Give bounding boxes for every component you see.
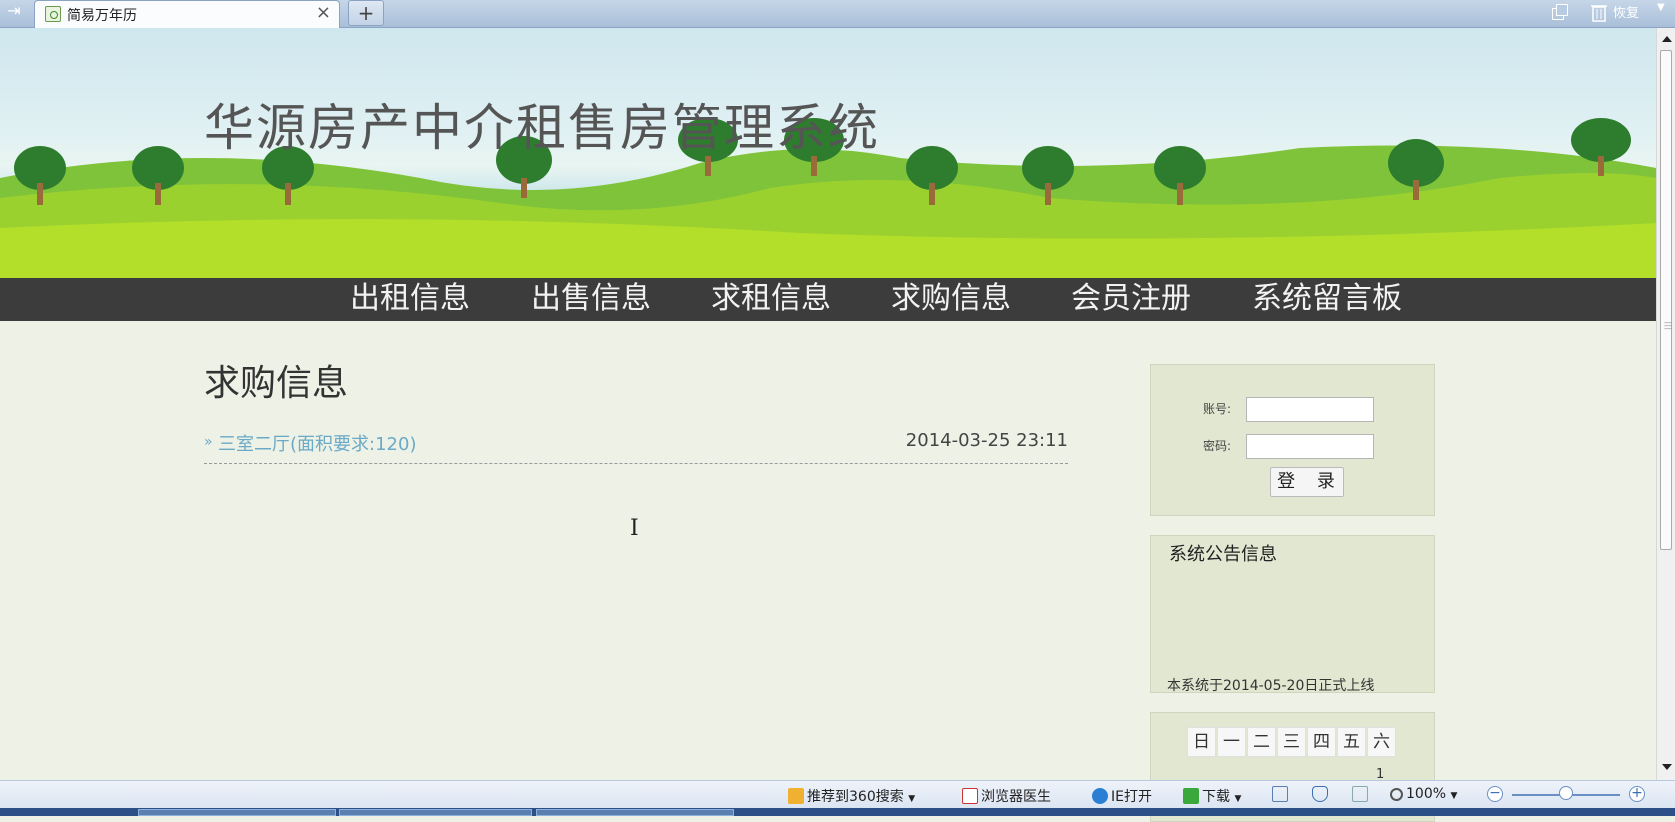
thumbs-up-icon [788,788,804,804]
trash-icon[interactable] [1590,2,1608,22]
listing-date: 2014-03-25 23:11 [905,430,1068,451]
zoom-slider-thumb[interactable] [1559,786,1573,800]
zoom-level[interactable]: 100% ▼ [1390,786,1457,802]
dropdown-caret-icon[interactable]: ▼ [1234,794,1241,804]
scroll-thumb[interactable]: — — — [1660,50,1672,550]
grip-icon: — — — [1664,318,1672,333]
weekday-wed: 三 [1277,727,1306,757]
ie-logo-icon [1092,788,1108,804]
taskbar-item[interactable] [339,809,532,816]
notice-marquee-text: 本系统于2014-05-20日正式上线 [1167,678,1375,693]
shield-icon[interactable] [1312,786,1331,803]
account-input[interactable] [1246,397,1374,422]
restore-button[interactable]: 恢复 [1613,2,1639,21]
os-taskbar [0,808,1675,816]
recommend-360-button[interactable]: 推荐到360搜索 ▼ [788,786,915,806]
tab-title: 简易万年历 [67,8,137,24]
nav-rent-listings[interactable]: 出租信息 [350,282,470,316]
vertical-scrollbar[interactable]: — — — [1656,28,1675,780]
list-item: » 三室二厅(面积要求:120) 2014-03-25 23:11 [204,426,1068,464]
doctor-label: 浏览器医生 [981,789,1051,805]
login-panel: 账号: 密码: 登 录 [1150,364,1435,516]
browser-doctor-button[interactable]: 浏览器医生 [962,786,1051,806]
password-label: 密码: [1203,439,1232,453]
dropdown-caret-icon[interactable]: ▼ [1450,791,1457,801]
browser-tab-strip: ⇥ 简易万年历 × + 恢复 ▼ [0,0,1675,28]
download-button[interactable]: 下载 ▼ [1183,786,1241,806]
taskbar-item[interactable] [138,809,336,816]
speaker-icon[interactable] [1352,786,1371,803]
weekday-sat: 六 [1367,727,1396,757]
zoom-out-icon[interactable]: − [1487,786,1503,802]
nav-member-register[interactable]: 会员注册 [1071,282,1191,316]
login-button[interactable]: 登 录 [1270,467,1344,497]
site-banner: 华源房产中介租售房管理系统 [0,28,1656,278]
dropdown-caret-icon[interactable]: ▼ [908,794,915,804]
scroll-down-arrow-icon[interactable] [1662,764,1672,770]
download-label: 下载 [1202,789,1230,805]
nav-wanted-buy[interactable]: 求购信息 [891,282,1011,316]
weekday-fri: 五 [1337,727,1366,757]
new-tab-button[interactable]: + [348,0,384,26]
sidebar-toggle-icon[interactable]: ⇥ [0,0,28,26]
zoom-label: 100% [1406,786,1447,802]
nav-sale-listings[interactable]: 出售信息 [531,282,651,316]
main-nav: 出租信息 出售信息 求租信息 求购信息 会员注册 系统留言板 [0,278,1656,321]
ie-open-button[interactable]: IE打开 [1092,786,1152,806]
scroll-up-arrow-icon[interactable] [1662,36,1672,42]
taskbar-item[interactable] [536,809,734,816]
medical-kit-icon [962,788,978,804]
site-title: 华源房产中介租售房管理系统 [204,99,880,157]
nav-message-board[interactable]: 系统留言板 [1252,282,1402,316]
account-label: 账号: [1203,402,1232,416]
browser-tab[interactable]: 简易万年历 × [34,0,340,28]
recommend-label: 推荐到360搜索 [807,789,904,805]
weekday-sun: 日 [1187,727,1216,757]
window-duplicate-icon[interactable] [1550,3,1570,21]
weekday-tue: 二 [1247,727,1276,757]
restore-dropdown-icon[interactable]: ▼ [1657,2,1665,13]
listing-link[interactable]: 三室二厅(面积要求:120) [218,430,416,456]
calendar-weekday-header: 日 一 二 三 四 五 六 [1187,727,1397,757]
bullet-icon: » [204,434,213,450]
nav-wanted-rent[interactable]: 求租信息 [711,282,831,316]
password-input[interactable] [1246,434,1374,459]
weekday-mon: 一 [1217,727,1246,757]
ie-open-label: IE打开 [1111,789,1152,805]
notice-title: 系统公告信息 [1169,544,1277,565]
window-icon[interactable] [1272,786,1291,803]
text-cursor-icon: I [630,516,639,541]
tab-close-icon[interactable]: × [316,3,331,23]
magnifier-icon [1390,788,1403,801]
download-arrow-icon [1183,788,1199,804]
zoom-in-icon[interactable]: + [1629,786,1645,802]
page-heading: 求购信息 [204,363,349,404]
browser-status-bar: 推荐到360搜索 ▼ 浏览器医生 IE打开 下载 ▼ 100% ▼ − + [0,780,1675,808]
notice-panel: 系统公告信息 本系统于2014-05-20日正式上线 [1150,535,1435,693]
weekday-thu: 四 [1307,727,1336,757]
page-favicon-icon [45,6,61,22]
